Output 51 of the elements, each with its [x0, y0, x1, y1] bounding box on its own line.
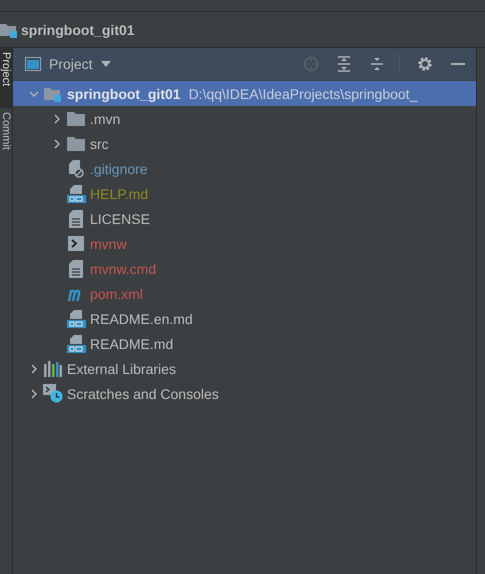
- side-tab[interactable]: Commit: [0, 108, 12, 154]
- tree-item[interactable]: README.md: [13, 331, 476, 356]
- item-path: D:\qq\IDEA\IdeaProjects\springboot_: [188, 86, 418, 102]
- window-icon: [25, 57, 41, 71]
- tree-item[interactable]: External Libraries: [13, 356, 476, 381]
- folder-icon: [44, 86, 62, 102]
- markdown-file-icon: [66, 310, 86, 328]
- terminal-file-icon: [68, 236, 84, 251]
- item-label: Scratches and Consoles: [67, 386, 219, 402]
- side-tab[interactable]: Project: [0, 48, 12, 108]
- markdown-file-icon: [66, 184, 86, 202]
- tree-item[interactable]: Scratches and Consoles: [13, 381, 476, 406]
- item-label: pom.xml: [90, 286, 143, 302]
- caret-icon: [100, 61, 111, 67]
- libraries-icon: [44, 360, 62, 376]
- text-file-icon: [69, 260, 83, 278]
- chevron-right-icon[interactable]: [54, 114, 60, 124]
- item-label: README.md: [90, 336, 174, 352]
- markdown-file-icon: [66, 334, 86, 352]
- chevron-right-icon[interactable]: [31, 388, 37, 398]
- chevron-right-icon[interactable]: [31, 364, 37, 374]
- tree-item[interactable]: README.en.md: [13, 306, 476, 331]
- item-label: LICENSE: [90, 210, 150, 226]
- project-title[interactable]: springboot_git01: [21, 22, 135, 38]
- expand-all-icon[interactable]: [336, 56, 352, 72]
- scratches-clock-icon: [43, 384, 63, 403]
- chevron-down-icon[interactable]: [29, 90, 39, 96]
- tree-item[interactable]: .mvn: [13, 106, 476, 131]
- item-label: .gitignore: [90, 160, 148, 176]
- tree-item[interactable]: src: [13, 131, 476, 156]
- item-label: src: [90, 136, 109, 152]
- item-label: HELP.md: [90, 186, 148, 202]
- item-label: .mvn: [90, 110, 120, 126]
- tree-item[interactable]: springboot_git01 D:\qq\IDEA\IdeaProjects\springboot_: [13, 81, 476, 106]
- folder-icon: [0, 22, 18, 38]
- settings-icon[interactable]: [417, 56, 433, 72]
- file-blocked-icon: [68, 160, 84, 178]
- view-dropdown[interactable]: Project: [49, 56, 111, 72]
- item-label: mvnw: [90, 236, 127, 252]
- item-label: springboot_git01: [67, 86, 181, 102]
- item-label: README.en.md: [90, 310, 193, 326]
- item-label: External Libraries: [67, 360, 176, 376]
- folder-icon: [67, 136, 85, 150]
- text-file-icon: [69, 210, 83, 228]
- tree-item[interactable]: LICENSE: [13, 206, 476, 231]
- chevron-right-icon[interactable]: [54, 138, 60, 148]
- collapse-all-icon[interactable]: [369, 56, 385, 72]
- tree-item[interactable]: HELP.md: [13, 181, 476, 206]
- item-label: mvnw.cmd: [90, 260, 156, 276]
- folder-icon: [67, 112, 85, 126]
- tree-item[interactable]: .gitignore: [13, 156, 476, 181]
